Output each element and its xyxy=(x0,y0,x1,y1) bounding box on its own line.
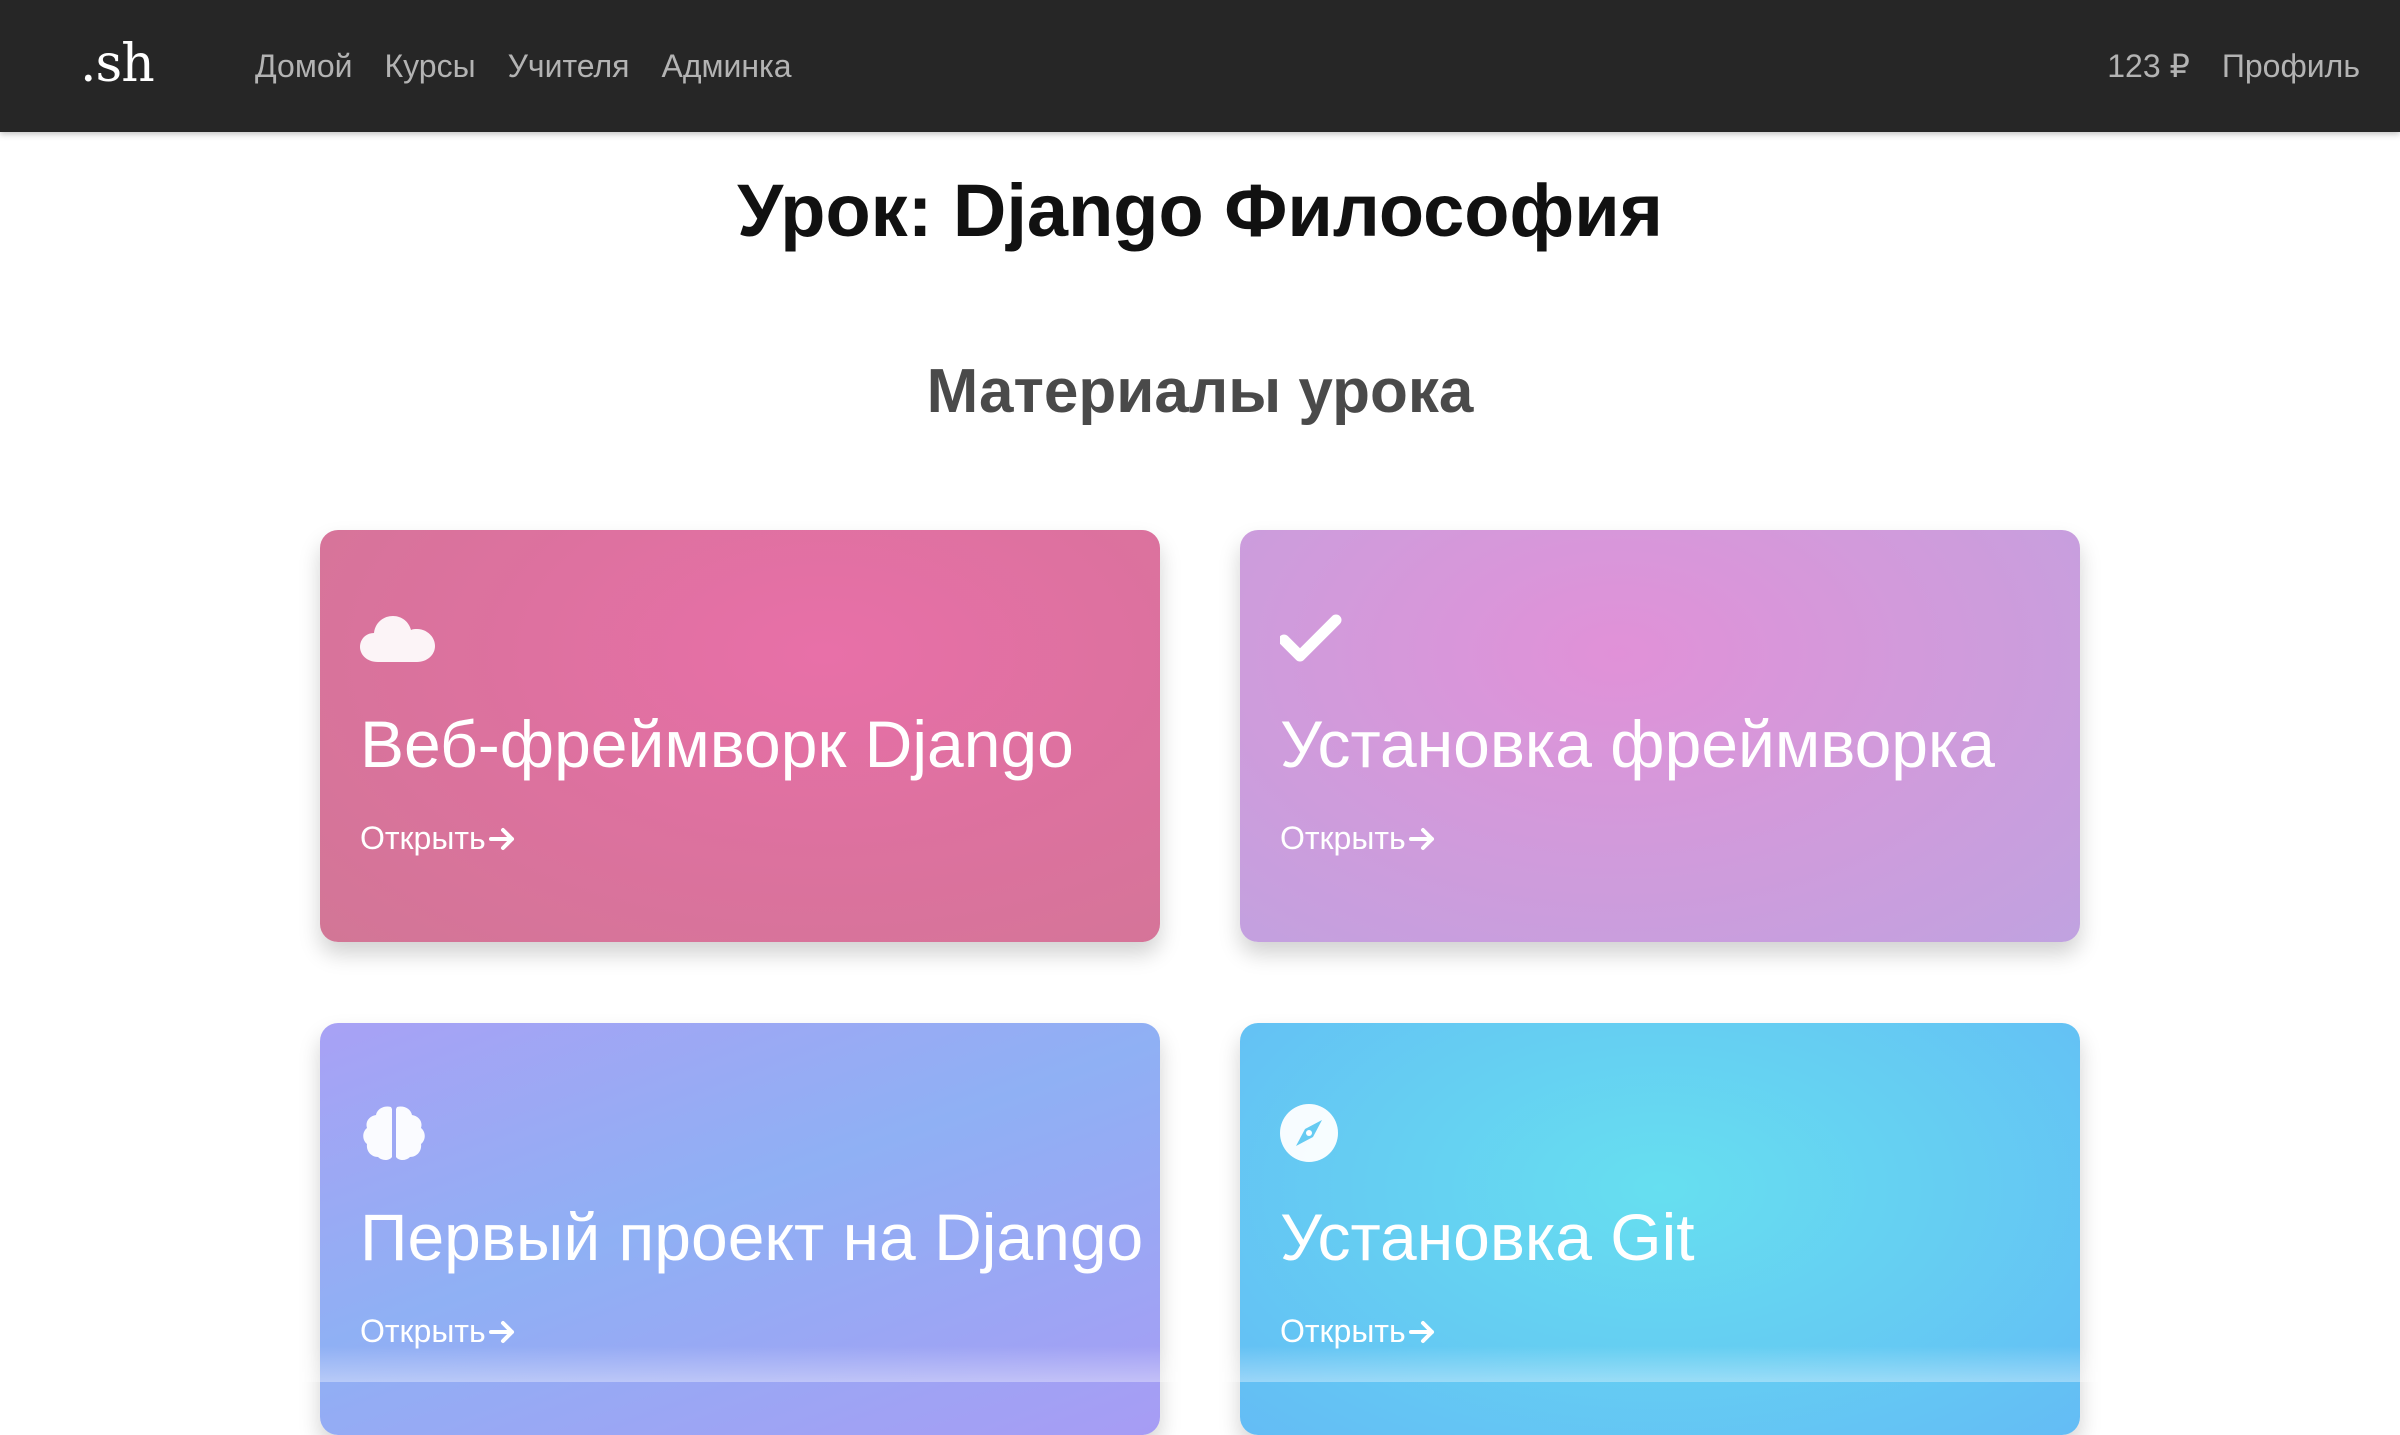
open-link[interactable]: Открыть xyxy=(360,820,518,857)
open-link-label: Открыть xyxy=(360,820,486,856)
profile-link[interactable]: Профиль xyxy=(2222,48,2360,85)
arrow-right-icon xyxy=(488,1320,514,1343)
nav-link-admin[interactable]: Админка xyxy=(661,48,791,85)
open-link-label: Открыть xyxy=(1280,820,1406,856)
open-link-label: Открыть xyxy=(360,1313,486,1349)
compass-icon xyxy=(1280,1104,1338,1162)
card-title: Первый проект на Django xyxy=(360,1200,1144,1274)
arrow-right-icon xyxy=(488,827,514,850)
material-card-first-project[interactable]: Первый проект на Django Открыть xyxy=(320,1023,1160,1435)
open-link[interactable]: Открыть xyxy=(360,1313,518,1350)
brain-icon xyxy=(363,1106,425,1160)
arrow-right-icon xyxy=(1408,1320,1434,1343)
nav-right: 123 ₽ Профиль xyxy=(2107,0,2360,132)
site-logo[interactable]: .sh xyxy=(80,34,155,94)
checkmark-icon xyxy=(1280,614,1342,662)
card-title: Установка Git xyxy=(1280,1200,1695,1274)
open-link[interactable]: Открыть xyxy=(1280,820,1438,857)
nav-link-courses[interactable]: Курсы xyxy=(385,48,476,85)
nav-link-teachers[interactable]: Учителя xyxy=(508,48,630,85)
open-link[interactable]: Открыть xyxy=(1280,1313,1438,1350)
nav-links: Домой Курсы Учителя Админка xyxy=(255,0,824,132)
nav-link-home[interactable]: Домой xyxy=(255,48,353,85)
section-title: Материалы урока xyxy=(926,357,1474,426)
material-card-framework-install[interactable]: Установка фреймворка Открыть xyxy=(1240,530,2080,942)
cloud-icon xyxy=(360,616,435,662)
card-title: Веб-фреймворк Django xyxy=(360,707,1074,781)
page-title: Урок: Django Философия xyxy=(737,169,1663,252)
open-link-label: Открыть xyxy=(1280,1313,1406,1349)
arrow-right-icon xyxy=(1408,827,1434,850)
balance-link[interactable]: 123 ₽ xyxy=(2107,47,2190,85)
material-card-django-framework[interactable]: Веб-фреймворк Django Открыть xyxy=(320,530,1160,942)
material-card-git-install[interactable]: Установка Git Открыть xyxy=(1240,1023,2080,1435)
top-navbar: .sh Домой Курсы Учителя Админка 123 ₽ Пр… xyxy=(0,0,2400,132)
card-title: Установка фреймворка xyxy=(1280,707,1996,781)
